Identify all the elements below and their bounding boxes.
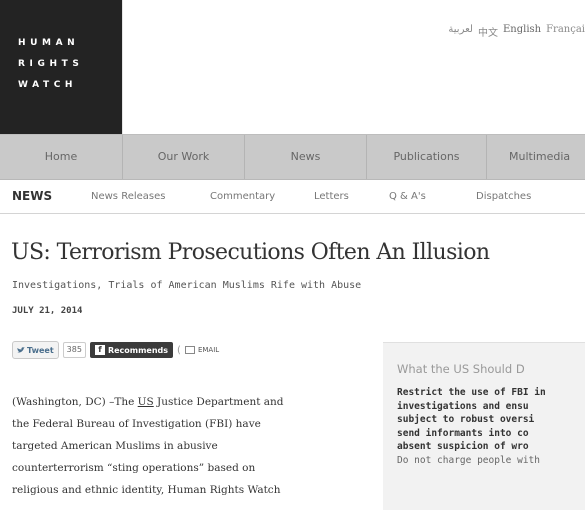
body-text: Justice Department and [153, 396, 284, 408]
subnav-news-releases[interactable]: News Releases [91, 180, 165, 213]
logo-line-human: HUMAN [18, 38, 80, 48]
body-text: targeted American Muslims in abusive [12, 440, 218, 452]
subnav-dispatches[interactable]: Dispatches [476, 180, 531, 213]
body-text: (Washington, DC) –The [12, 396, 138, 408]
recommendation-line: subject to robust oversi [397, 414, 535, 425]
body-line: targeted American Muslims in abusive [12, 435, 337, 457]
share-bar: Tweet 385 f Recommends ( EMAIL [12, 341, 219, 359]
nav-publications[interactable]: Publications [367, 135, 487, 179]
article-title: US: Terrorism Prosecutions Often An Illu… [11, 240, 490, 265]
language-selector: لعربية 中文 English Françai [448, 24, 585, 39]
facebook-icon: f [94, 345, 105, 355]
body-line: (Washington, DC) –The US Justice Departm… [12, 391, 337, 413]
recommend-label-mid: omme [124, 345, 152, 355]
logo-line-watch: WATCH [18, 80, 78, 90]
nav-multimedia[interactable]: Multimedia [487, 135, 585, 179]
header-banner [122, 0, 585, 134]
recommendation-line: send informants into co [397, 427, 529, 439]
mail-icon [184, 346, 195, 354]
article-body: (Washington, DC) –The US Justice Departm… [12, 391, 337, 501]
logo-line-rights: RIGHTS [18, 59, 84, 69]
recommendations-bold-text: Restrict the use of FBI in investigations… [397, 386, 546, 454]
nav-news[interactable]: News [245, 135, 367, 179]
body-line: the Federal Bureau of Investigation (FBI… [12, 413, 337, 435]
news-subnav: NEWS News Releases Commentary Letters Q … [0, 180, 585, 214]
hrw-logo[interactable]: HUMAN RIGHTS WATCH [0, 0, 122, 134]
nav-home[interactable]: Home [0, 135, 123, 179]
recommendation-line: absent suspicion of wro [397, 441, 529, 452]
lang-french[interactable]: Françai [546, 24, 585, 39]
subnav-news[interactable]: NEWS [12, 180, 52, 213]
nav-our-work[interactable]: Our Work [123, 135, 245, 179]
lang-english[interactable]: English [503, 24, 541, 39]
article-subtitle: Investigations, Trials of American Musli… [12, 280, 362, 291]
body-text: counterterrorism “sting operations” base… [12, 462, 256, 474]
email-button[interactable]: EMAIL [184, 342, 220, 358]
article-date: JULY 21, 2014 [12, 306, 83, 316]
tweet-label: Tweet [27, 345, 54, 355]
facebook-recommend-button[interactable]: f Recommends [89, 342, 174, 358]
body-text: the Federal Bureau of Investigation (FBI… [12, 418, 261, 430]
body-line: counterterrorism “sting operations” base… [12, 457, 337, 479]
twitter-bird-icon [17, 346, 25, 352]
lang-chinese[interactable]: 中文 [478, 24, 498, 39]
recommend-label-start: Rec [107, 345, 125, 355]
count-bubble-left: ( [177, 344, 181, 356]
subnav-letters[interactable]: Letters [314, 180, 349, 213]
recommendation-line: investigations and ensu [397, 400, 529, 412]
main-nav: Home Our Work News Publications Multimed… [0, 134, 585, 180]
body-text: religious and ethnic identity, Human Rig… [12, 484, 281, 496]
tweet-count: 385 [62, 342, 86, 358]
recommendations-text: Do not charge people with [397, 455, 540, 466]
email-label: EMAIL [197, 346, 220, 354]
body-link-us[interactable]: US [138, 396, 154, 408]
recommendation-line: Restrict the use of FBI in [397, 387, 546, 398]
recommendations-title: What the US Should D [397, 362, 525, 376]
recommend-label-end: nds [151, 345, 169, 355]
tweet-button[interactable]: Tweet [12, 341, 59, 359]
lang-arabic[interactable]: لعربية [448, 24, 473, 39]
recommendations-box: What the US Should D Restrict the use of… [383, 342, 585, 510]
body-line: religious and ethnic identity, Human Rig… [12, 479, 337, 501]
subnav-commentary[interactable]: Commentary [210, 180, 275, 213]
subnav-qa[interactable]: Q & A's [389, 180, 426, 213]
